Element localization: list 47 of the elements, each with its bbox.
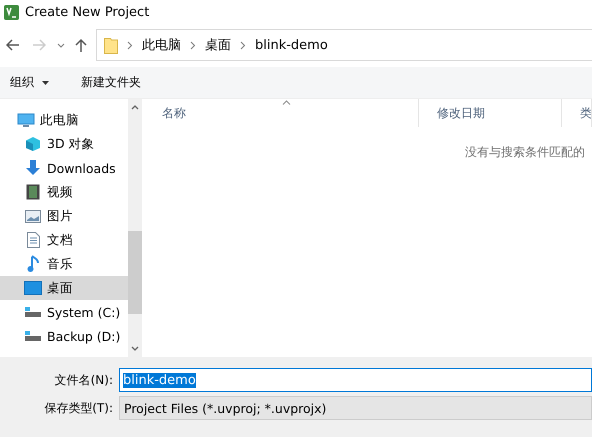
breadcrumb-link[interactable]: 此电脑 — [142, 36, 181, 54]
organize-menu-button[interactable]: 组织 — [10, 74, 49, 91]
scrollbar[interactable] — [128, 99, 142, 357]
folder-icon — [104, 36, 118, 54]
app-logo-icon — [4, 5, 19, 20]
cube-icon — [24, 136, 42, 152]
document-icon — [24, 232, 42, 248]
picture-icon — [24, 210, 42, 222]
nav-pane-item[interactable]: System (C:) — [0, 300, 128, 324]
filename-field[interactable]: blink-demo — [119, 368, 592, 392]
chevron-down-icon — [57, 42, 65, 48]
column-header[interactable]: 修改日期 — [419, 99, 562, 127]
new-folder-button[interactable]: 新建文件夹 — [81, 74, 141, 91]
filename-label: 文件名(N): — [54, 372, 113, 388]
up-arrow-icon — [75, 38, 87, 52]
chevron-right-icon — [240, 40, 246, 50]
back-arrow-icon — [6, 39, 20, 51]
sort-caret-icon — [282, 100, 291, 105]
nav-pane-item[interactable]: Backup (D:) — [0, 324, 128, 348]
nav-pane-item[interactable]: 桌面 — [0, 276, 128, 300]
dropdown-arrow-icon — [42, 80, 49, 84]
chevron-right-icon — [127, 40, 133, 50]
chevron-right-icon — [190, 40, 196, 50]
nav-pane-item[interactable]: 3D 对象 — [0, 132, 128, 156]
nav-pane-item[interactable]: 此电脑 — [0, 108, 128, 132]
nav-pane-item[interactable]: Downloads — [0, 156, 128, 180]
empty-message: 没有与搜索条件匹配的 — [465, 144, 586, 161]
address-bar[interactable]: 此电脑 桌面 blink-demo — [96, 29, 592, 61]
drive-icon — [24, 306, 42, 318]
file-type-dropdown[interactable]: Project Files (*.uvproj; *.uvprojx) — [119, 396, 592, 420]
drive-icon — [24, 330, 42, 342]
film-icon — [24, 184, 42, 200]
desktop-icon — [24, 281, 42, 295]
scroll-up-icon — [130, 105, 139, 110]
file-type-label: 保存类型(T): — [43, 400, 113, 416]
breadcrumb-link[interactable]: blink-demo — [255, 38, 328, 52]
column-header[interactable]: 名称 — [144, 99, 419, 127]
download-arrow-icon — [24, 160, 42, 176]
nav-pane-item[interactable]: 视频 — [0, 180, 128, 204]
computer-icon — [17, 113, 35, 127]
nav-pane-item[interactable]: 文档 — [0, 228, 128, 252]
breadcrumb-link[interactable]: 桌面 — [205, 36, 231, 54]
nav-pane-item[interactable]: 图片 — [0, 204, 128, 228]
scroll-down-icon — [130, 346, 139, 351]
forward-arrow-icon — [32, 39, 46, 51]
nav-pane-item[interactable]: 音乐 — [0, 252, 128, 276]
window-title: Create New Project — [25, 5, 150, 20]
